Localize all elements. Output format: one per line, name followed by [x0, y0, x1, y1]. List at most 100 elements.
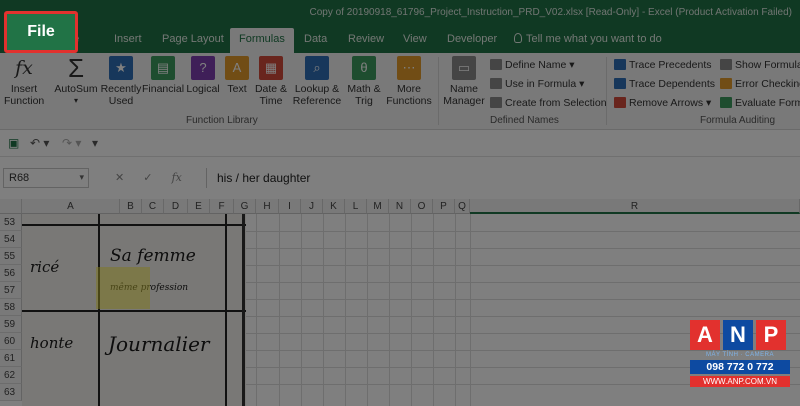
column-header[interactable]: P [433, 199, 455, 214]
use-in-formula-button[interactable]: Use in Formula ▾ [490, 78, 584, 90]
column-header[interactable]: G [234, 199, 256, 214]
show-formulas-button[interactable]: Show Formulas [720, 59, 800, 71]
more-functions-label-2: Functions [386, 95, 432, 107]
tab-review[interactable]: Review [348, 33, 384, 45]
more-functions-button[interactable]: ⋯ More Functions [384, 56, 434, 107]
evaluate-formula-button[interactable]: Evaluate Formu [720, 97, 800, 109]
remove-arrows-label: Remove Arrows [629, 97, 704, 109]
undo-icon[interactable]: ↶ ▾ [30, 136, 49, 150]
define-name-label: Define Name [505, 59, 567, 71]
text-button[interactable]: A Text [222, 56, 252, 95]
column-header[interactable]: F [210, 199, 234, 214]
tab-insert[interactable]: Insert [114, 33, 142, 45]
anp-logo: A N P MÁY TÍNH · CAMERA 098 772 0 772 WW… [690, 320, 790, 398]
column-header[interactable]: K [323, 199, 345, 214]
grid-line [367, 214, 368, 406]
function-library-group-label: Function Library [186, 115, 258, 126]
trace-precedents-button[interactable]: Trace Precedents [614, 59, 711, 71]
cancel-icon[interactable]: ✕ [115, 172, 124, 184]
lightbulb-icon [514, 33, 522, 43]
formula-auditing-group-label: Formula Auditing [700, 115, 776, 126]
error-checking-button[interactable]: Error Checking [720, 78, 800, 90]
trace-dependents-button[interactable]: Trace Dependents [614, 78, 715, 90]
formula-input[interactable]: his / her daughter [206, 168, 800, 188]
row-header[interactable]: 60 [0, 333, 22, 350]
name-manager-button[interactable]: ▭ Name Manager [441, 56, 487, 107]
tab-data[interactable]: Data [304, 33, 327, 45]
defined-names-group-label: Defined Names [490, 115, 559, 126]
row-header[interactable]: 54 [0, 231, 22, 248]
tab-view[interactable]: View [403, 33, 427, 45]
math-trig-button[interactable]: θ Math & Trig [344, 56, 384, 107]
column-header[interactable]: H [256, 199, 279, 214]
tab-developer[interactable]: Developer [447, 33, 497, 45]
column-header[interactable]: J [301, 199, 323, 214]
tab-formulas[interactable]: Formulas [230, 28, 294, 53]
use-in-formula-icon [490, 78, 502, 89]
logical-button[interactable]: ? Logical [184, 56, 222, 95]
sigma-icon: Σ [67, 53, 85, 83]
error-checking-icon [720, 78, 732, 89]
math-trig-label-2: Trig [355, 95, 373, 107]
grid-line [279, 214, 280, 406]
define-name-button[interactable]: Define Name ▾ [490, 59, 574, 71]
date-time-label: Date & [254, 83, 288, 95]
tell-me-box[interactable]: Tell me what you want to do [514, 33, 662, 45]
column-header[interactable]: N [389, 199, 411, 214]
row-header[interactable]: 61 [0, 350, 22, 367]
column-header[interactable]: E [188, 199, 210, 214]
row-header[interactable]: 53 [0, 214, 22, 231]
handwritten-document-image: Sa femme même profession Journalier ricé… [22, 214, 246, 406]
column-header[interactable]: L [345, 199, 367, 214]
insert-function-button[interactable]: fx Insert Function [4, 56, 44, 108]
chevron-down-icon[interactable]: ▾ [79, 172, 84, 183]
column-header[interactable]: D [164, 199, 188, 214]
column-header[interactable]: O [411, 199, 433, 214]
lookup-reference-button[interactable]: ⌕ Lookup & Reference [290, 56, 344, 107]
row-header[interactable]: 57 [0, 282, 22, 299]
logo-letter-p: P [756, 320, 786, 350]
financial-button[interactable]: ▤ Financial [142, 56, 184, 95]
file-tab-button[interactable]: File [4, 11, 78, 53]
trace-dependents-icon [614, 78, 626, 89]
column-header[interactable]: M [367, 199, 389, 214]
row-header[interactable]: 58 [0, 299, 22, 316]
column-header[interactable]: B [120, 199, 142, 214]
name-tag-icon: ▭ [452, 56, 476, 80]
remove-arrows-button[interactable]: Remove Arrows ▾ [614, 97, 711, 109]
create-from-selection-button[interactable]: Create from Selection [490, 97, 607, 109]
column-header[interactable]: I [279, 199, 301, 214]
date-time-button[interactable]: ▦ Date & Time [252, 56, 290, 107]
lookup-book-icon: ⌕ [305, 56, 329, 80]
more-book-icon: ⋯ [397, 56, 421, 80]
customize-toolbar-icon[interactable]: ▾ [92, 136, 98, 150]
select-all-corner[interactable] [0, 199, 22, 214]
row-header[interactable]: 56 [0, 265, 22, 282]
logo-phone: 098 772 0 772 [690, 360, 790, 374]
column-header-selected[interactable]: R [470, 199, 800, 214]
autosum-button[interactable]: Σ AutoSum ▾ [52, 53, 100, 107]
redo-icon[interactable]: ↷ ▾ [62, 136, 81, 150]
name-box[interactable]: R68 ▾ [3, 168, 89, 188]
insert-function-icon[interactable]: fx [172, 171, 182, 184]
save-icon[interactable]: ▣ [8, 136, 19, 150]
column-header[interactable]: A [22, 199, 120, 214]
formulas-ribbon: fx Insert Function Σ AutoSum ▾ ★ Recentl… [0, 53, 800, 130]
grid-line [389, 214, 390, 406]
grid-line [301, 214, 302, 406]
enter-icon[interactable]: ✓ [143, 172, 152, 184]
evaluate-formula-label: Evaluate Formu [735, 97, 800, 109]
trace-dependents-label: Trace Dependents [629, 78, 715, 90]
row-header[interactable]: 59 [0, 316, 22, 333]
recently-used-button[interactable]: ★ Recently Used [100, 56, 142, 107]
row-header[interactable]: 63 [0, 384, 22, 401]
math-trig-label: Math & [347, 83, 381, 95]
row-header[interactable]: 62 [0, 367, 22, 384]
column-header[interactable]: Q [455, 199, 470, 214]
row-header[interactable]: 55 [0, 248, 22, 265]
column-header[interactable]: C [142, 199, 164, 214]
trace-precedents-label: Trace Precedents [629, 59, 712, 71]
lookup-reference-label-2: Reference [292, 95, 342, 107]
tab-page-layout[interactable]: Page Layout [162, 33, 224, 45]
date-time-label-2: Time [259, 95, 283, 107]
